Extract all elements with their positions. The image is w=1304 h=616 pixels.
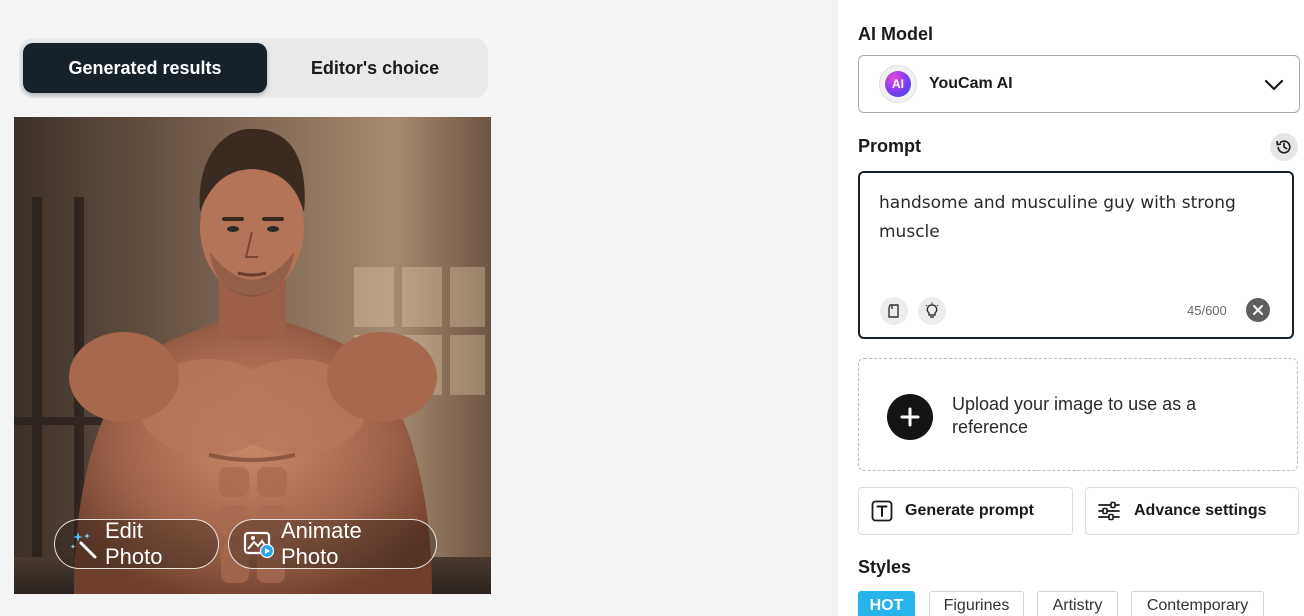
ai-model-dropdown[interactable]: AI YouCam AI [858,55,1300,113]
lightbulb-icon [925,302,939,318]
prompt-textarea[interactable]: handsome and musculine guy with strong m… [858,171,1294,339]
plus-icon [887,394,933,440]
edit-photo-label: Edit Photo [105,518,163,569]
prompt-char-counter: 45/600 [1187,303,1227,318]
style-chip-artistry[interactable]: Artistry [1037,591,1118,616]
prompt-text: handsome and musculine guy with strong m… [879,193,1236,242]
results-tab-group: Generated results Editor's choice [19,38,488,98]
animate-image-icon [243,531,275,559]
style-chip-hot[interactable]: HOT [858,591,915,616]
ai-model-label: AI Model [858,24,933,44]
prompt-idea-button[interactable] [918,297,946,325]
magic-wand-icon [70,532,97,559]
style-chip-figurines[interactable]: Figurines [929,591,1024,616]
model-name: YouCam AI [929,75,1013,92]
animate-photo-label: Animate Photo [281,518,362,569]
generate-prompt-label: Generate prompt [905,502,1034,519]
results-area: Generated results Editor's choice Edit P… [0,0,838,616]
youcam-ai-logo-icon: AI [879,65,917,103]
prompt-history-button[interactable] [1270,133,1298,161]
advance-settings-label: Advance settings [1134,502,1267,519]
prompt-tag-button[interactable] [880,297,908,325]
text-t-icon [871,500,893,522]
history-icon [1276,140,1291,154]
prompt-label: Prompt [858,136,921,156]
chevron-down-icon [1264,79,1284,91]
style-chip-contemporary[interactable]: Contemporary [1131,591,1264,616]
generate-prompt-button[interactable]: Generate prompt [858,487,1073,535]
edit-photo-button[interactable]: Edit Photo [54,518,219,569]
tag-icon [888,304,899,318]
advance-settings-button[interactable]: Advance settings [1085,487,1299,535]
clear-prompt-button[interactable] [1246,298,1270,322]
close-icon [1253,305,1263,315]
tab-generated-results[interactable]: Generated results [23,43,267,93]
generated-image[interactable]: Edit Photo Animate Photo [14,117,491,594]
tab-editors-choice[interactable]: Editor's choice [277,43,473,93]
upload-reference-dropzone[interactable]: Upload your image to use as a reference [858,358,1298,471]
styles-label: Styles [858,557,912,577]
upload-reference-text: Upload your image to use as a reference [952,394,1197,437]
sliders-icon [1098,501,1120,521]
animate-photo-button[interactable]: Animate Photo [228,518,437,569]
settings-panel: AI Model AI YouCam AI Prompt handsome an… [838,0,1304,616]
model-logo-text: AI [885,71,911,97]
